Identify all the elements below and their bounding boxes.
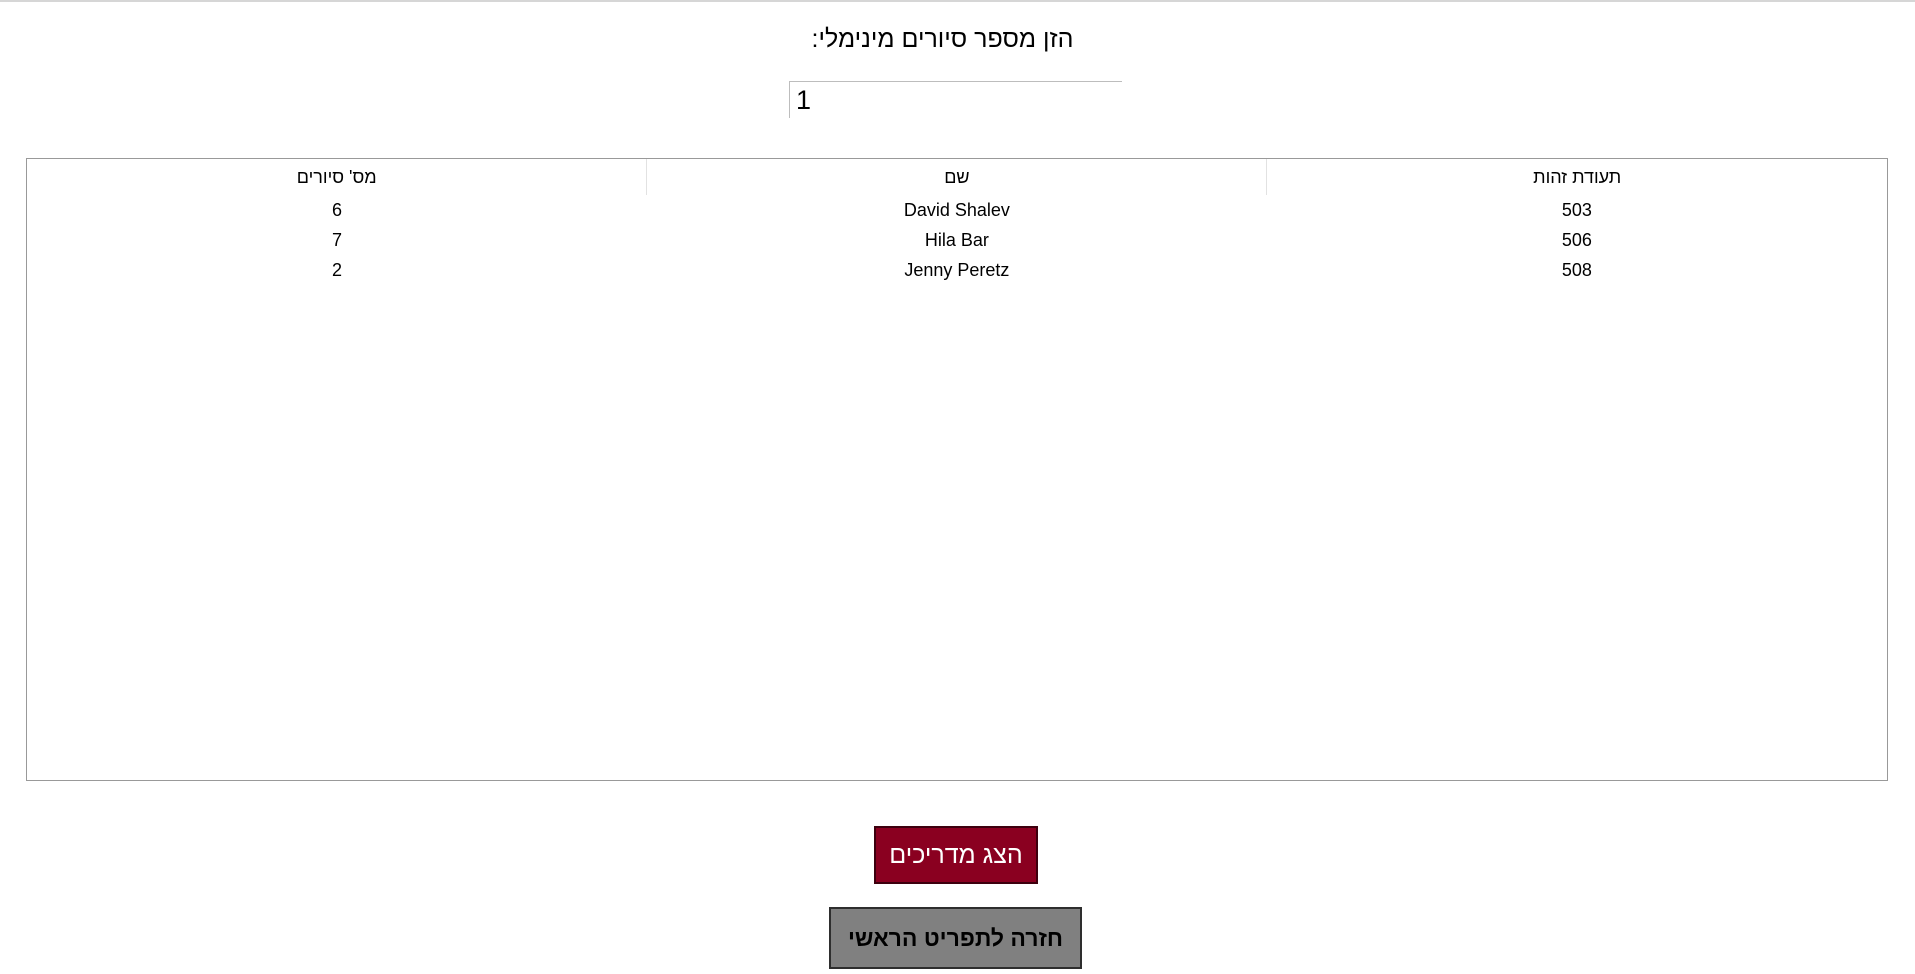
show-guides-button[interactable]: הצג מדריכים [874, 826, 1038, 884]
min-tours-label: :הזן מספר סיורים מינימלי [0, 22, 1915, 56]
cell-name: Jenny Peretz [904, 259, 1010, 280]
table-row[interactable]: 7 Hila Bar 506 [27, 225, 1887, 255]
column-header-tours[interactable]: מס' סיורים [27, 159, 648, 195]
window-top-border [0, 0, 1915, 2]
cell-tours: 2 [331, 259, 342, 280]
table-row[interactable]: 6 David Shalev 503 [27, 195, 1887, 225]
cell-name: David Shalev [903, 199, 1010, 220]
column-header-id[interactable]: תעודת זהות [1267, 159, 1887, 195]
column-header-name[interactable]: שם [646, 159, 1268, 195]
cell-id: 506 [1561, 229, 1592, 250]
cell-name: Hila Bar [924, 229, 989, 250]
min-tours-label-text: :הזן מספר סיורים מינימלי [811, 25, 1074, 53]
cell-id: 503 [1561, 199, 1592, 220]
cell-tours: 7 [331, 229, 342, 250]
cell-id: 508 [1561, 259, 1592, 280]
min-tours-input[interactable] [789, 81, 1122, 118]
back-to-main-menu-button[interactable]: חזרה לתפריט הראשי [829, 907, 1082, 969]
guides-table[interactable]: מס' סיורים שם תעודת זהות 6 David Shalev … [26, 158, 1888, 781]
table-row[interactable]: 2 Jenny Peretz 508 [27, 255, 1887, 285]
cell-tours: 6 [331, 199, 342, 220]
table-header-row: מס' סיורים שם תעודת זהות [27, 159, 1887, 195]
